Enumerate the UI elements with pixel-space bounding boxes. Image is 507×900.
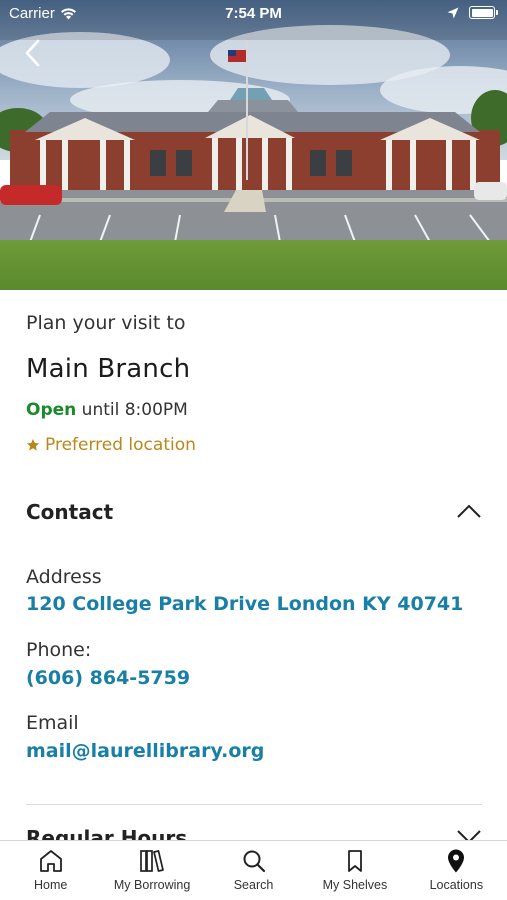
tab-my-borrowing-label: My Borrowing <box>113 878 191 892</box>
status-time: 7:54 PM <box>225 5 282 22</box>
address-label: Address <box>26 566 102 588</box>
location-arrow-icon <box>447 7 459 18</box>
tab-home-label: Home <box>34 878 68 892</box>
preferred-location: Preferred location <box>26 435 196 455</box>
status-bar: Carrier 7:54 PM <box>0 0 507 28</box>
battery-icon <box>469 6 498 19</box>
search-icon <box>243 850 265 873</box>
section-divider <box>26 804 482 805</box>
contact-section-header[interactable]: Contact <box>26 500 482 526</box>
tab-home[interactable]: Home <box>0 841 101 900</box>
back-button[interactable] <box>18 36 48 70</box>
contact-section-title: Contact <box>26 500 114 524</box>
branch-photo <box>0 0 507 290</box>
open-status: Open until 8:00PM <box>26 400 188 420</box>
home-icon <box>39 850 62 872</box>
branch-name: Main Branch <box>26 354 191 384</box>
plan-visit-label: Plan your visit to <box>26 312 186 334</box>
open-until-text: until 8:00PM <box>81 400 188 420</box>
bookmark-icon <box>348 850 362 872</box>
email-label: Email <box>26 712 79 734</box>
books-icon <box>140 850 164 872</box>
tab-my-borrowing[interactable]: My Borrowing <box>101 841 202 900</box>
map-pin-icon <box>448 849 465 873</box>
email-link[interactable]: mail@laurellibrary.org <box>26 740 264 762</box>
tab-my-shelves-label: My Shelves <box>322 878 388 892</box>
preferred-location-label: Preferred location <box>45 435 196 455</box>
tab-search[interactable]: Search <box>203 841 304 900</box>
tab-search-label: Search <box>233 878 274 892</box>
open-status-badge: Open <box>26 400 77 420</box>
phone-link[interactable]: (606) 864-5759 <box>26 667 190 689</box>
chevron-up-icon <box>457 504 481 518</box>
bottom-tab-bar: Home My Borrowing Search My Shelves Loca… <box>0 840 507 900</box>
address-link[interactable]: 120 College Park Drive London KY 40741 <box>26 593 463 615</box>
star-icon <box>26 438 40 451</box>
tab-locations[interactable]: Locations <box>406 841 507 900</box>
chevron-left-icon <box>25 39 40 67</box>
phone-label: Phone: <box>26 639 92 661</box>
tab-locations-label: Locations <box>429 878 484 892</box>
tab-my-shelves[interactable]: My Shelves <box>304 841 405 900</box>
